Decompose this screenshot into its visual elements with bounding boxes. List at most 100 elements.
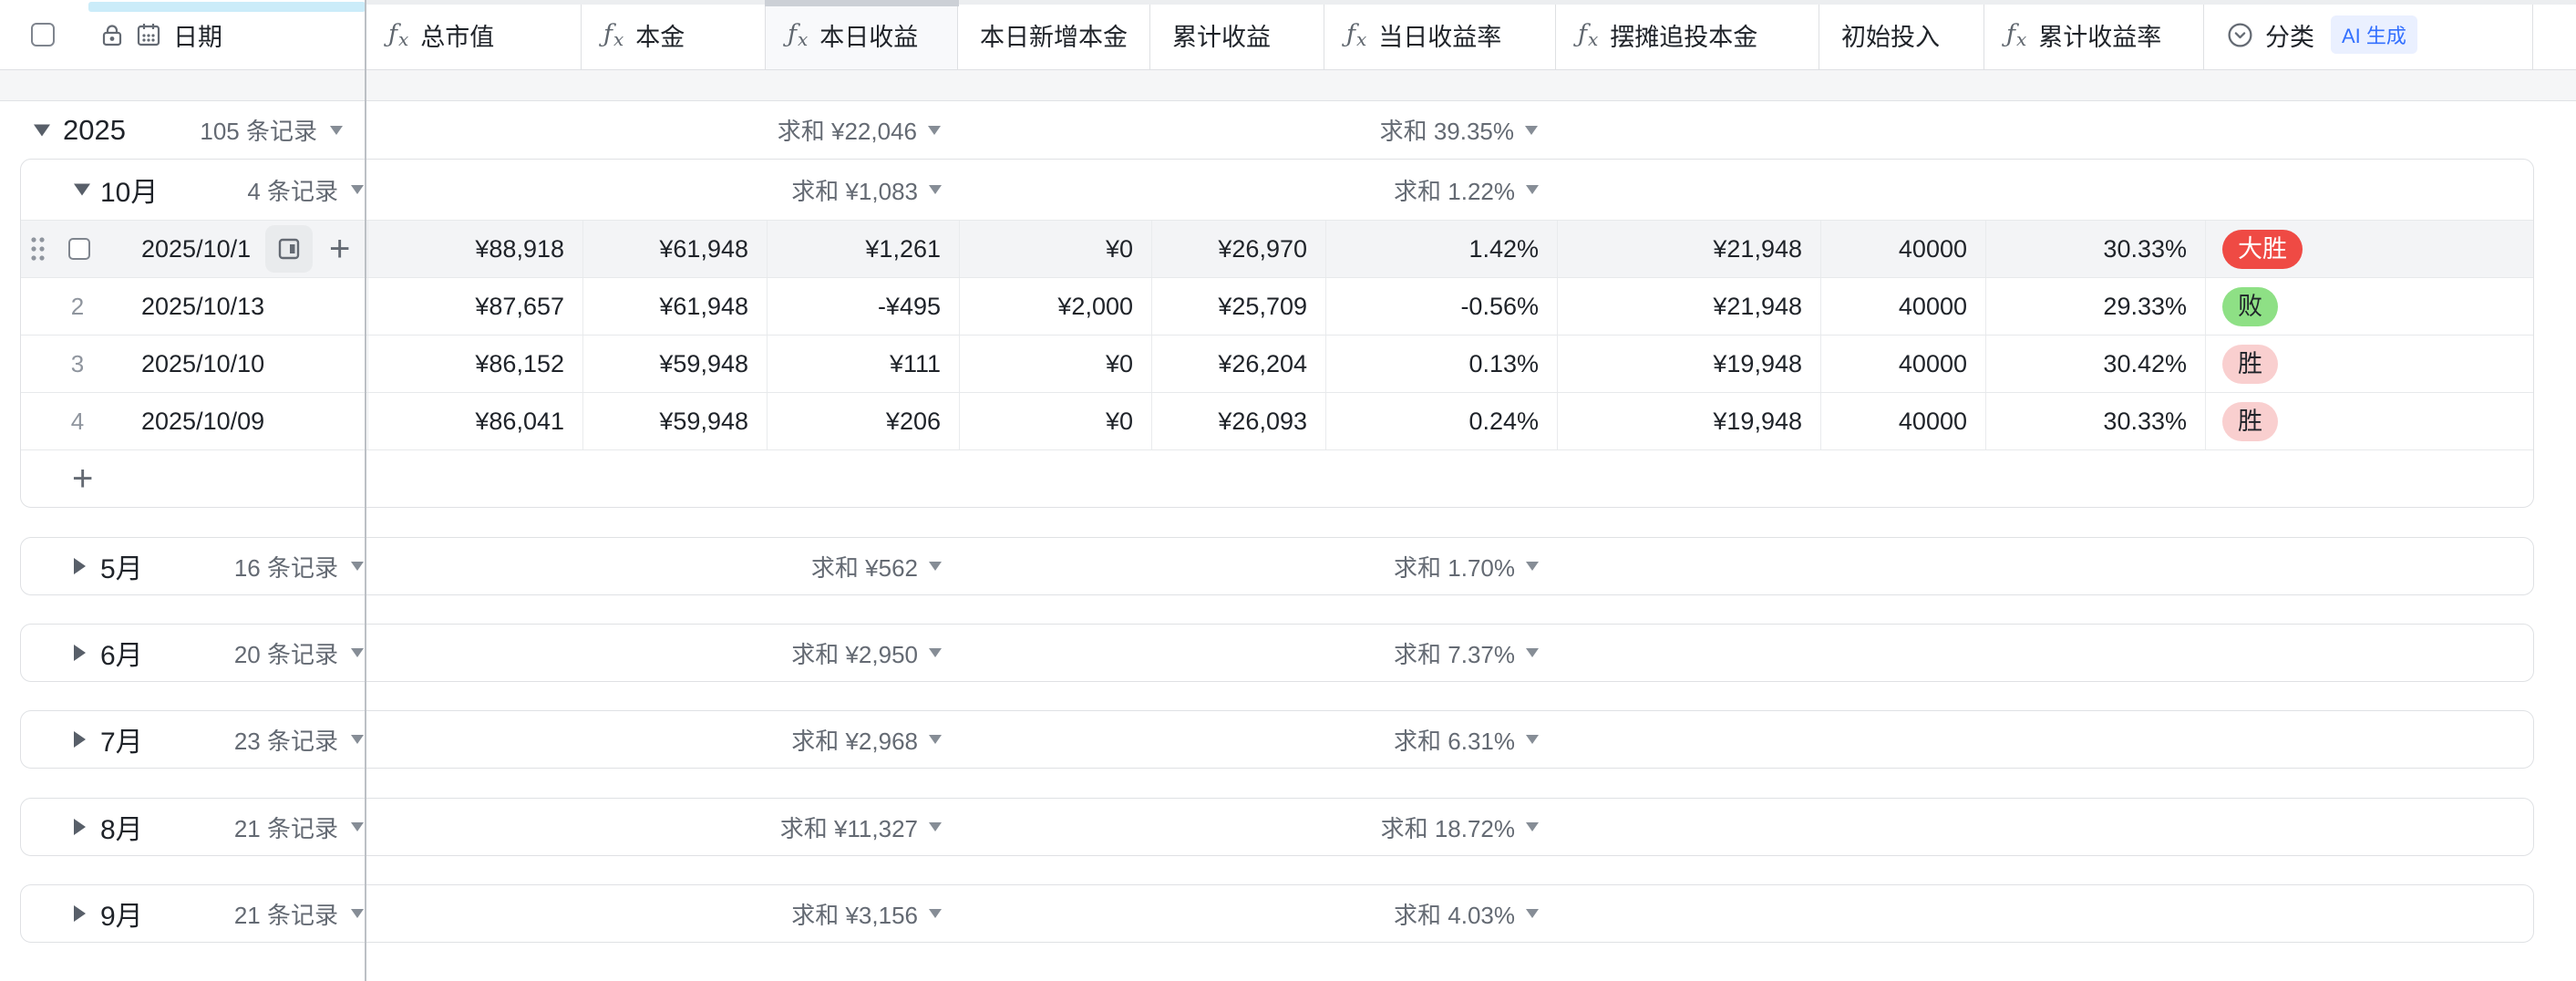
- cell-cumulative-return-rate[interactable]: 30.42%: [1985, 336, 2205, 392]
- cell-category[interactable]: 败: [2205, 278, 2534, 335]
- column-header-today-profit[interactable]: ƒx 本日收益: [766, 0, 958, 70]
- column-header-stall-reinvest-principal[interactable]: ƒx 摆摊追投本金: [1556, 0, 1819, 70]
- cell-today-new-principal[interactable]: ¥0: [959, 221, 1151, 277]
- date-cell[interactable]: 2025/10/10: [141, 336, 264, 392]
- month-group-card-june[interactable]: 6月 20 条记录 求和 ¥2,950 求和 7.37%: [20, 624, 2534, 682]
- cell-category[interactable]: 胜: [2205, 393, 2534, 449]
- cell-today-profit[interactable]: ¥111: [767, 336, 959, 392]
- record-count-dropdown[interactable]: 21 条记录: [112, 799, 364, 855]
- table-row[interactable]: 2 2025/10/13 ¥87,657 ¥61,948 -¥495 ¥2,00…: [21, 277, 2533, 335]
- group-sum-today-profit[interactable]: 求和 ¥2,950: [767, 625, 942, 681]
- cell-daily-return-rate[interactable]: 0.24%: [1325, 393, 1557, 449]
- record-count-dropdown[interactable]: 4 条记录: [112, 160, 364, 220]
- group-sum-today-profit[interactable]: 求和 ¥22,046: [766, 101, 941, 159]
- category-tag[interactable]: 胜: [2222, 402, 2278, 441]
- month-group-card-may[interactable]: 5月 16 条记录 求和 ¥562 求和 1.70%: [20, 537, 2534, 595]
- cell-daily-return-rate[interactable]: 1.42%: [1325, 221, 1557, 277]
- cell-cumulative-return-rate[interactable]: 30.33%: [1985, 393, 2205, 449]
- cell-initial-investment[interactable]: 40000: [1820, 393, 1985, 449]
- column-header-initial-investment[interactable]: 初始投入: [1819, 0, 1984, 70]
- cell-cumulative-profit[interactable]: ¥26,970: [1151, 221, 1325, 277]
- collapse-arrow-icon[interactable]: [34, 124, 50, 136]
- cell-daily-return-rate[interactable]: 0.13%: [1325, 336, 1557, 392]
- group-sum-today-profit[interactable]: 求和 ¥562: [767, 538, 942, 594]
- cell-cumulative-profit[interactable]: ¥26,204: [1151, 336, 1325, 392]
- group-row-2025[interactable]: 2025 105 条记录 求和 ¥22,046 求和 39.35%: [0, 101, 2576, 159]
- date-cell[interactable]: 2025/10/1: [141, 221, 251, 277]
- cell-today-profit[interactable]: ¥1,261: [767, 221, 959, 277]
- cell-category[interactable]: 大胜: [2205, 221, 2534, 277]
- group-row-october[interactable]: 10月 4 条记录 求和 ¥1,083 求和 1.22%: [21, 160, 2533, 220]
- group-sum-daily-rate[interactable]: 求和 6.31%: [1325, 711, 1539, 768]
- group-sum-today-profit[interactable]: 求和 ¥2,968: [767, 711, 942, 768]
- cell-today-profit[interactable]: -¥495: [767, 278, 959, 335]
- cell-initial-investment[interactable]: 40000: [1820, 221, 1985, 277]
- collapse-arrow-icon[interactable]: [74, 184, 90, 196]
- cell-today-new-principal[interactable]: ¥2,000: [959, 278, 1151, 335]
- cell-today-new-principal[interactable]: ¥0: [959, 393, 1151, 449]
- cell-today-profit[interactable]: ¥206: [767, 393, 959, 449]
- expand-arrow-icon[interactable]: [74, 645, 86, 661]
- column-header-today-new-principal[interactable]: 本日新增本金: [958, 0, 1150, 70]
- cell-principal[interactable]: ¥61,948: [582, 221, 767, 277]
- column-header-cumulative-profit[interactable]: 累计收益: [1150, 0, 1324, 70]
- date-cell[interactable]: 2025/10/13: [141, 278, 264, 335]
- cell-principal[interactable]: ¥59,948: [582, 336, 767, 392]
- add-record-button[interactable]: +: [72, 460, 93, 497]
- record-count-dropdown[interactable]: 105 条记录: [91, 101, 343, 159]
- expand-arrow-icon[interactable]: [74, 819, 86, 835]
- table-row[interactable]: 4 2025/10/09 ¥86,041 ¥59,948 ¥206 ¥0 ¥26…: [21, 392, 2533, 449]
- cell-total-market-value[interactable]: ¥87,657: [367, 278, 582, 335]
- select-all-checkbox[interactable]: [31, 23, 55, 46]
- drag-handle-icon[interactable]: [30, 233, 46, 264]
- group-sum-daily-rate[interactable]: 求和 1.22%: [1325, 160, 1539, 220]
- month-group-card-september[interactable]: 9月 21 条记录 求和 ¥3,156 求和 4.03%: [20, 884, 2534, 943]
- expand-arrow-icon[interactable]: [74, 905, 86, 922]
- cell-today-new-principal[interactable]: ¥0: [959, 336, 1151, 392]
- cell-stall-reinvest-principal[interactable]: ¥19,948: [1557, 336, 1820, 392]
- table-row[interactable]: 2025/10/1 + ¥88,918 ¥61,948 ¥1,261 ¥0 ¥2…: [21, 220, 2533, 277]
- date-cell[interactable]: 2025/10/09: [141, 393, 264, 449]
- cell-initial-investment[interactable]: 40000: [1820, 336, 1985, 392]
- group-sum-today-profit[interactable]: 求和 ¥3,156: [767, 885, 942, 942]
- cell-principal[interactable]: ¥59,948: [582, 393, 767, 449]
- add-record-inline-button[interactable]: +: [329, 231, 350, 267]
- cell-cumulative-profit[interactable]: ¥25,709: [1151, 278, 1325, 335]
- column-header-principal[interactable]: ƒx 本金: [582, 0, 766, 70]
- month-group-card-august[interactable]: 8月 21 条记录 求和 ¥11,327 求和 18.72%: [20, 798, 2534, 856]
- cell-principal[interactable]: ¥61,948: [582, 278, 767, 335]
- cell-initial-investment[interactable]: 40000: [1820, 278, 1985, 335]
- column-header-category[interactable]: 分类 AI 生成: [2204, 0, 2533, 70]
- group-sum-today-profit[interactable]: 求和 ¥1,083: [767, 160, 942, 220]
- expand-arrow-icon[interactable]: [74, 558, 86, 574]
- record-count-dropdown[interactable]: 23 条记录: [112, 711, 364, 768]
- group-sum-daily-rate[interactable]: 求和 18.72%: [1325, 799, 1539, 855]
- expand-arrow-icon[interactable]: [74, 731, 86, 748]
- column-header-total-market-value[interactable]: ƒx 总市值: [366, 0, 582, 70]
- group-sum-daily-rate[interactable]: 求和 4.03%: [1325, 885, 1539, 942]
- cell-total-market-value[interactable]: ¥86,152: [367, 336, 582, 392]
- category-tag[interactable]: 胜: [2222, 345, 2278, 384]
- cell-cumulative-return-rate[interactable]: 30.33%: [1985, 221, 2205, 277]
- expand-record-button[interactable]: [265, 225, 313, 273]
- cell-cumulative-profit[interactable]: ¥26,093: [1151, 393, 1325, 449]
- cell-total-market-value[interactable]: ¥88,918: [367, 221, 582, 277]
- table-row[interactable]: 3 2025/10/10 ¥86,152 ¥59,948 ¥111 ¥0 ¥26…: [21, 335, 2533, 392]
- record-count-dropdown[interactable]: 21 条记录: [112, 885, 364, 942]
- cell-stall-reinvest-principal[interactable]: ¥21,948: [1557, 221, 1820, 277]
- cell-stall-reinvest-principal[interactable]: ¥21,948: [1557, 278, 1820, 335]
- group-sum-daily-rate[interactable]: 求和 1.70%: [1325, 538, 1539, 594]
- cell-total-market-value[interactable]: ¥86,041: [367, 393, 582, 449]
- row-checkbox[interactable]: [68, 238, 90, 260]
- category-tag[interactable]: 大胜: [2222, 230, 2303, 269]
- group-sum-today-profit[interactable]: 求和 ¥11,327: [767, 799, 942, 855]
- group-sum-daily-rate[interactable]: 求和 39.35%: [1324, 101, 1538, 159]
- month-group-card-july[interactable]: 7月 23 条记录 求和 ¥2,968 求和 6.31%: [20, 710, 2534, 769]
- group-sum-daily-rate[interactable]: 求和 7.37%: [1325, 625, 1539, 681]
- record-count-dropdown[interactable]: 20 条记录: [112, 625, 364, 681]
- column-header-cumulative-return-rate[interactable]: ƒx 累计收益率: [1984, 0, 2204, 70]
- cell-stall-reinvest-principal[interactable]: ¥19,948: [1557, 393, 1820, 449]
- category-tag[interactable]: 败: [2222, 287, 2278, 326]
- cell-daily-return-rate[interactable]: -0.56%: [1325, 278, 1557, 335]
- column-header-daily-return-rate[interactable]: ƒx 当日收益率: [1324, 0, 1556, 70]
